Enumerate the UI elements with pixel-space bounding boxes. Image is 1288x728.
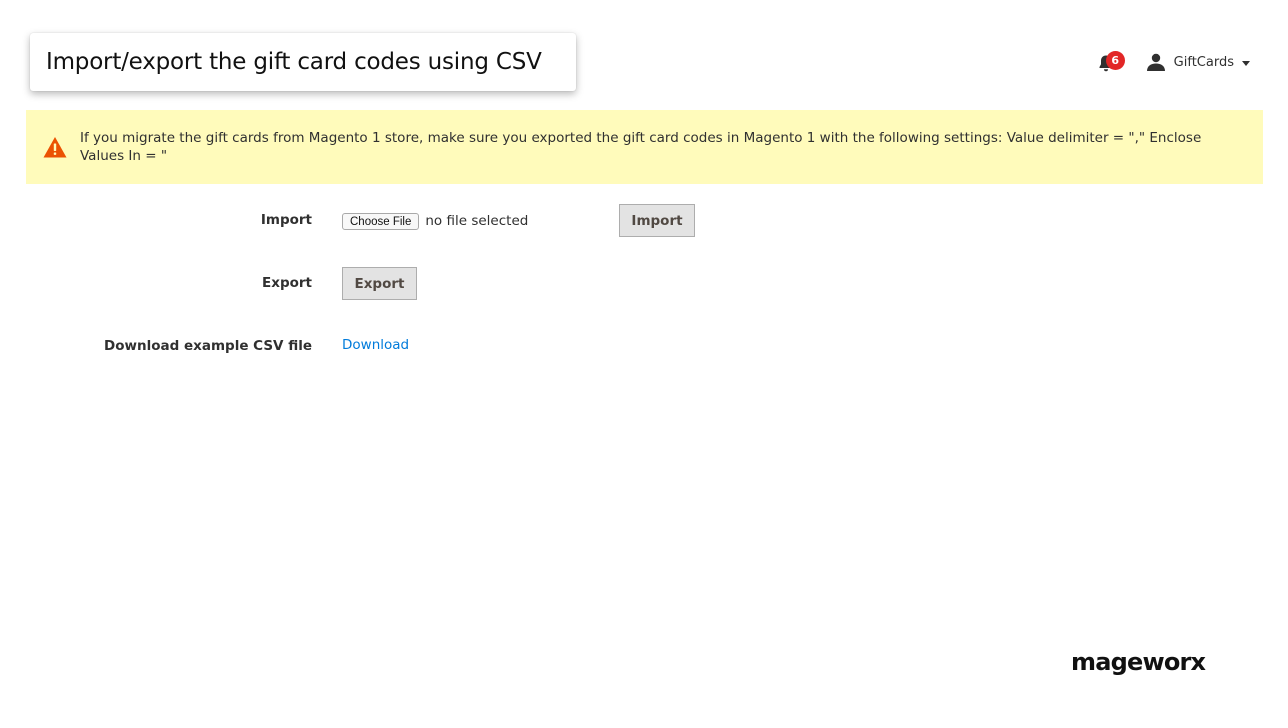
title-callout: Import/export the gift card codes using … (30, 33, 576, 91)
user-icon (1146, 53, 1165, 71)
import-file-input[interactable]: Choose File no file selected (342, 211, 528, 230)
export-button[interactable]: Export (342, 267, 417, 300)
account-menu[interactable]: GiftCards (1146, 53, 1250, 71)
download-link[interactable]: Download (342, 337, 409, 353)
header-actions: 6 GiftCards (1094, 48, 1250, 76)
account-name: GiftCards (1173, 54, 1234, 70)
notifications-button[interactable]: 6 (1094, 48, 1128, 76)
file-status-text: no file selected (425, 212, 529, 229)
chevron-down-icon (1242, 60, 1250, 66)
warning-triangle-icon (43, 137, 67, 158)
choose-file-button[interactable]: Choose File (342, 213, 420, 230)
admin-page: Import/export the gift card codes using … (0, 0, 1288, 728)
import-label: Import (260, 212, 312, 228)
download-label: Download example CSV file (104, 338, 312, 354)
mageworx-logo: mageworx (1071, 648, 1206, 676)
import-button[interactable]: Import (619, 204, 695, 237)
notification-count-badge: 6 (1105, 51, 1125, 70)
export-label: Export (262, 275, 312, 291)
page-title: Import/export the gift card codes using … (46, 49, 542, 75)
warning-message-text: If you migrate the gift cards from Magen… (80, 130, 1202, 164)
warning-message: If you migrate the gift cards from Magen… (26, 110, 1263, 184)
